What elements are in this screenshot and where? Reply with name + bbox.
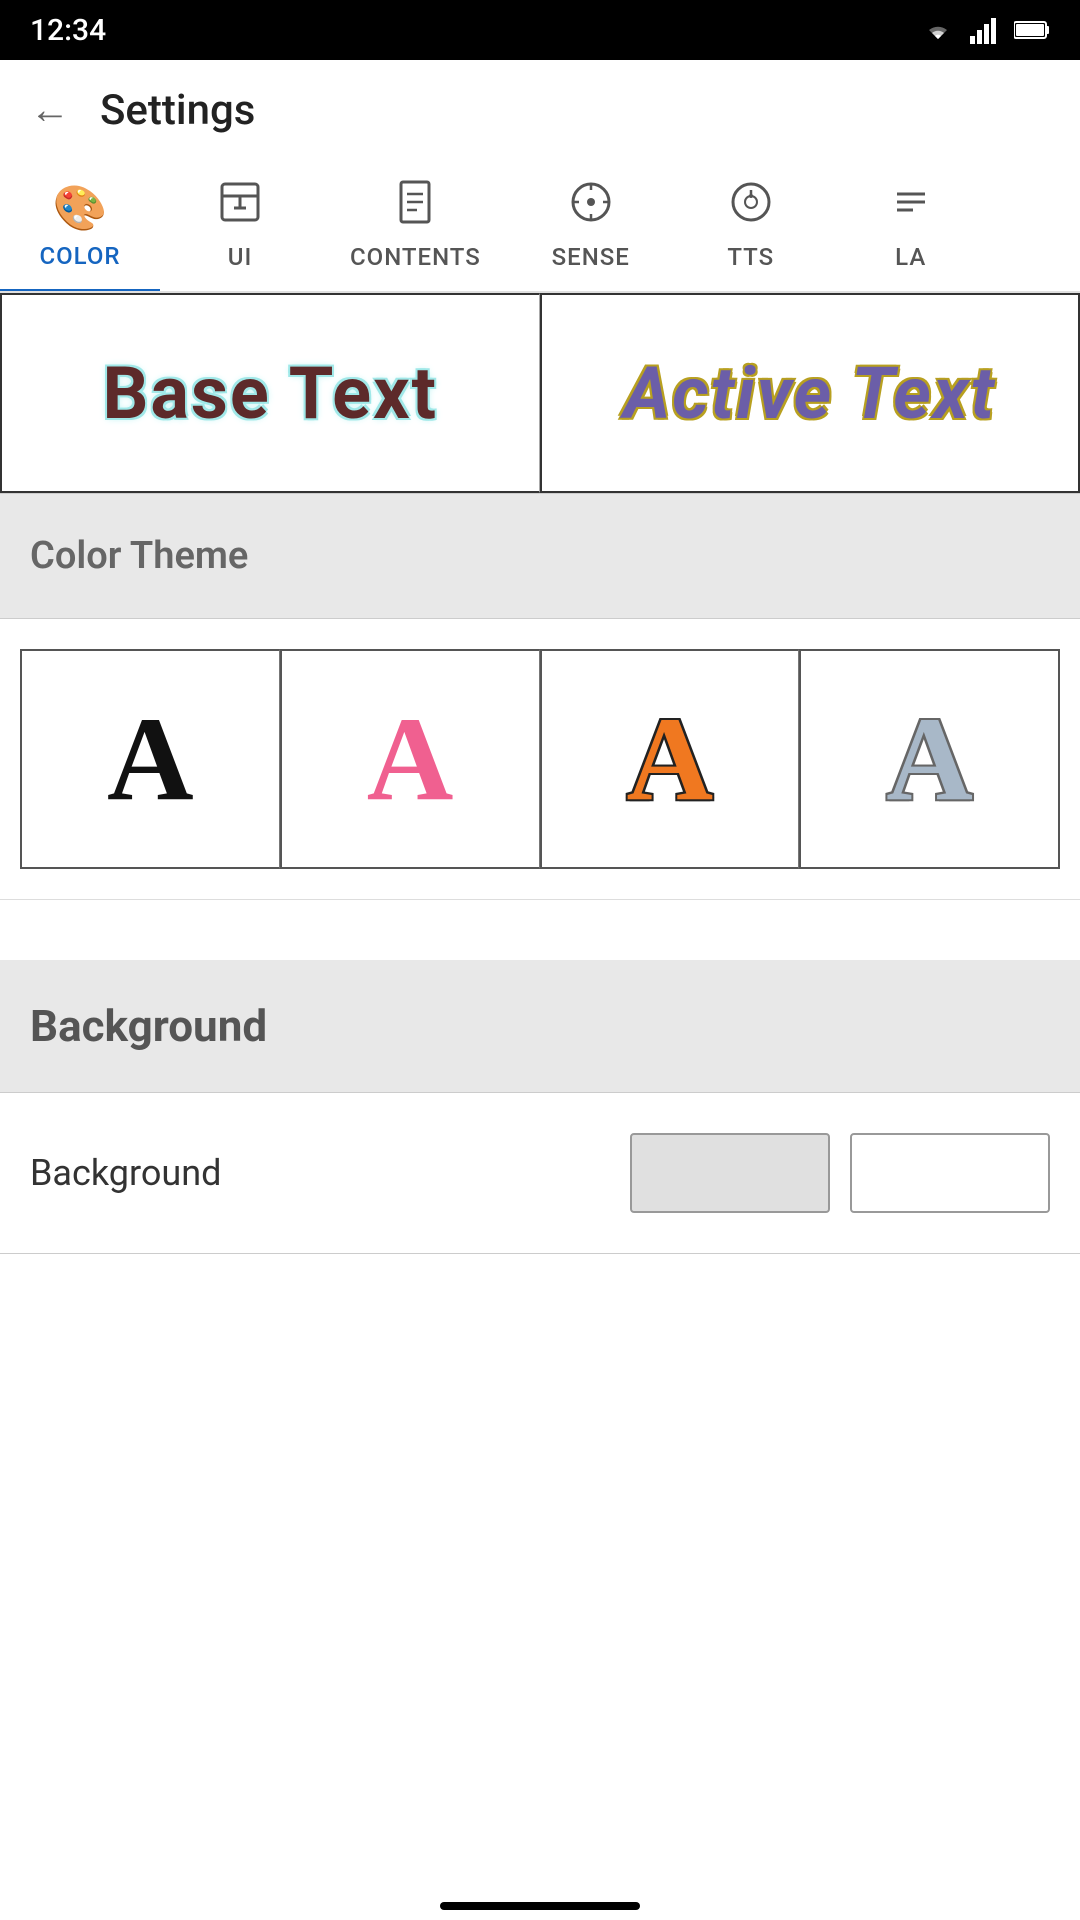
page-title: Settings xyxy=(100,86,255,135)
background-btn-white[interactable] xyxy=(850,1133,1050,1213)
active-text-box[interactable]: Active Text xyxy=(540,293,1080,493)
tts-icon xyxy=(729,180,773,235)
top-bar: ← Settings xyxy=(0,60,1080,160)
tab-contents[interactable]: CONTENTS xyxy=(320,160,511,291)
la-icon xyxy=(889,180,933,235)
base-text-label: Base Text xyxy=(102,351,438,436)
tab-contents-label: CONTENTS xyxy=(350,243,481,271)
background-controls xyxy=(630,1133,1050,1213)
tab-la-label: LA xyxy=(895,243,926,271)
contents-icon xyxy=(393,180,437,235)
background-section-title: Background xyxy=(30,1000,267,1052)
tab-sense-label: SENSE xyxy=(552,243,630,271)
tab-color-label: COLOR xyxy=(39,242,120,270)
color-theme-title: Color Theme xyxy=(30,534,248,578)
tab-color[interactable]: 🎨 COLOR xyxy=(0,160,160,291)
tab-bar: 🎨 COLOR UI CONTENTS xyxy=(0,160,1080,293)
sense-icon xyxy=(569,180,613,235)
ui-icon xyxy=(218,180,262,235)
theme-option-pink[interactable]: A xyxy=(280,649,540,869)
theme-option-gray[interactable]: A xyxy=(799,649,1060,869)
color-icon: 🎨 xyxy=(53,182,108,234)
tab-la[interactable]: LA xyxy=(831,160,991,291)
tab-sense[interactable]: SENSE xyxy=(511,160,671,291)
status-icons xyxy=(920,16,1050,44)
back-button[interactable]: ← xyxy=(30,90,70,130)
spacer xyxy=(0,900,1080,960)
wifi-icon xyxy=(920,17,956,43)
tab-ui[interactable]: UI xyxy=(160,160,320,291)
theme-orange-char: A xyxy=(627,690,714,828)
theme-option-black[interactable]: A xyxy=(20,649,280,869)
text-preview: Base Text Active Text xyxy=(0,293,1080,494)
battery-icon xyxy=(1014,19,1050,41)
theme-pink-char: A xyxy=(367,690,454,828)
background-row-label: Background xyxy=(30,1152,221,1194)
theme-black-char: A xyxy=(107,690,194,828)
status-time: 12:34 xyxy=(30,13,106,48)
background-section-header: Background xyxy=(0,960,1080,1093)
tab-tts-label: TTS xyxy=(727,243,774,271)
home-indicator xyxy=(440,1902,640,1910)
theme-gray-char: A xyxy=(886,690,973,828)
status-bar: 12:34 xyxy=(0,0,1080,60)
color-theme-section-header: Color Theme xyxy=(0,494,1080,619)
background-row: Background xyxy=(0,1093,1080,1254)
background-btn-gray[interactable] xyxy=(630,1133,830,1213)
tab-ui-label: UI xyxy=(228,243,253,271)
signal-icon xyxy=(970,16,1000,44)
color-theme-options: A A A A xyxy=(0,619,1080,900)
tab-tts[interactable]: TTS xyxy=(671,160,831,291)
base-text-box[interactable]: Base Text xyxy=(0,293,540,493)
active-text-label: Active Text xyxy=(623,351,996,436)
theme-option-orange[interactable]: A xyxy=(540,649,800,869)
